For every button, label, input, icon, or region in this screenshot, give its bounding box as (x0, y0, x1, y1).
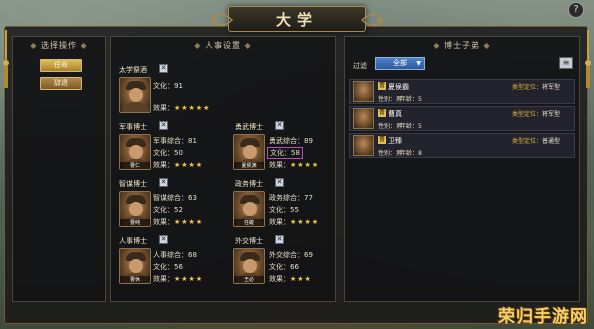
left-tassel-icon (3, 30, 9, 88)
disciple-portrait (353, 81, 374, 102)
right-tassel-icon (585, 30, 591, 88)
personnel-stat: 人事综合：68 (153, 251, 197, 259)
valor-stat: 勇武综合：89 (269, 137, 313, 145)
military-culture: 文化：50 (153, 149, 183, 157)
list-item[interactable]: 曹 夏侯霸 性别：男 年龄：5 类型定位：将军型 (349, 79, 575, 104)
valor-effect: 效果：★★★★ (269, 161, 320, 169)
disciple-name: 夏侯霸 (388, 83, 409, 91)
disciple-age: 年龄：5 (400, 96, 422, 103)
governance-culture: 文化：55 (269, 206, 299, 214)
faction-badge: 曹 (378, 109, 386, 117)
governance-effect: 效果：★★★★ (269, 218, 320, 226)
disciple-sex: 性别：男 (378, 123, 403, 130)
chevron-down-icon: ▼ (416, 60, 421, 67)
filter-dropdown[interactable]: 全部 ▼ (375, 57, 425, 70)
slot-title-governance: 政务博士 (235, 180, 263, 188)
slot-title-valor: 勇武博士 (235, 123, 263, 131)
faction-badge: 曹 (378, 136, 386, 144)
strategy-effect: 效果：★★★★ (153, 218, 204, 226)
appoint-button[interactable]: 任命 (40, 59, 82, 72)
personnel-portrait[interactable]: 曹休 (119, 248, 151, 284)
operation-panel: ◆ 选择操作 ◆ 任命 辞退 (12, 36, 106, 302)
personnel-culture: 文化：56 (153, 263, 183, 271)
personnel-panel-title: 人事设置 (205, 41, 241, 50)
filter-label: 过滤 (353, 62, 367, 70)
strategy-culture: 文化：52 (153, 206, 183, 214)
slot-title-personnel: 人事博士 (119, 237, 147, 245)
remove-strategy-button[interactable]: ✕ (159, 178, 168, 187)
disciple-age: 年龄：8 (400, 150, 422, 157)
remove-diplomacy-button[interactable]: ✕ (275, 235, 284, 244)
slot-title-diplomacy: 外交博士 (235, 237, 263, 245)
diplomacy-portrait[interactable]: 王必 (233, 248, 265, 284)
disciple-type: 类型定位：将军型 (512, 111, 561, 118)
list-view-icon[interactable]: ≡ (559, 57, 573, 69)
disciples-panel: ◆ 博士子弟 ◆ 过滤 全部 ▼ ≡ 曹 夏侯霸 性别：男 年龄：5 类型定位：… (344, 36, 580, 302)
slot-title-military: 军事博士 (119, 123, 147, 131)
military-effect: 效果：★★★★ (153, 161, 204, 169)
filter-value: 全部 (393, 59, 407, 67)
dismiss-button[interactable]: 辞退 (40, 77, 82, 90)
headmaster-portrait[interactable] (119, 77, 151, 113)
site-watermark: 荣归手游网 (498, 307, 588, 327)
diplomacy-stat: 外交综合：69 (269, 251, 313, 259)
headmaster-culture: 文化：91 (153, 82, 183, 90)
disciple-sex: 性别：男 (378, 96, 403, 103)
disciple-age: 年龄：5 (400, 123, 422, 130)
operation-panel-title: 选择操作 (41, 41, 77, 50)
governance-portrait[interactable]: 任峻 (233, 191, 265, 227)
window-title: 大学 (275, 10, 318, 29)
left-ornament-icon (210, 14, 233, 26)
remove-governance-button[interactable]: ✕ (275, 178, 284, 187)
headmaster-stars: ★★★★★ (174, 104, 211, 112)
military-portrait[interactable]: 曹仁 (119, 134, 151, 170)
disciple-portrait (353, 135, 374, 156)
right-ornament-icon (361, 14, 384, 26)
list-item[interactable]: 曹 曹真 性别：男 年龄：5 类型定位：将军型 (349, 106, 575, 131)
strategy-portrait[interactable]: 曹纯 (119, 191, 151, 227)
disciples-panel-title: 博士子弟 (444, 41, 480, 50)
disciple-name: 曹真 (388, 110, 402, 118)
headmaster-title: 太学祭酒 (119, 66, 147, 74)
diplomacy-culture: 文化：66 (269, 263, 299, 271)
strategy-stat: 智谋综合：63 (153, 194, 197, 202)
list-item[interactable]: 曹 卫臻 性别：男 年龄：8 类型定位：普通型 (349, 133, 575, 158)
disciple-portrait (353, 108, 374, 129)
disciple-sex: 性别：男 (378, 150, 403, 157)
title-plate: 大学 (210, 6, 384, 32)
slot-title-strategy: 智谋博士 (119, 180, 147, 188)
remove-personnel-button[interactable]: ✕ (159, 235, 168, 244)
personnel-panel: ◆ 人事设置 ◆ 太学祭酒 ✕ 文化：91 效果：★★★★★ 军事博士 ✕ 曹仁… (110, 36, 336, 302)
diplomacy-effect: 效果：★★★ (269, 275, 312, 283)
headmaster-effect: 效果：★★★★★ (153, 104, 211, 112)
valor-culture: 文化：58 (267, 147, 303, 159)
military-stat: 军事综合：81 (153, 137, 197, 145)
governance-stat: 政务综合：77 (269, 194, 313, 202)
personnel-effect: 效果：★★★★ (153, 275, 204, 283)
remove-military-button[interactable]: ✕ (159, 121, 168, 130)
disciple-type: 类型定位：普通型 (512, 138, 561, 145)
valor-portrait[interactable]: 夏侯渊 (233, 134, 265, 170)
remove-valor-button[interactable]: ✕ (275, 121, 284, 130)
faction-badge: 曹 (378, 82, 386, 90)
disciple-name: 卫臻 (388, 137, 402, 145)
disciple-type: 类型定位：将军型 (512, 84, 561, 91)
remove-headmaster-button[interactable]: ✕ (159, 64, 168, 73)
help-button[interactable]: ? (568, 2, 584, 18)
